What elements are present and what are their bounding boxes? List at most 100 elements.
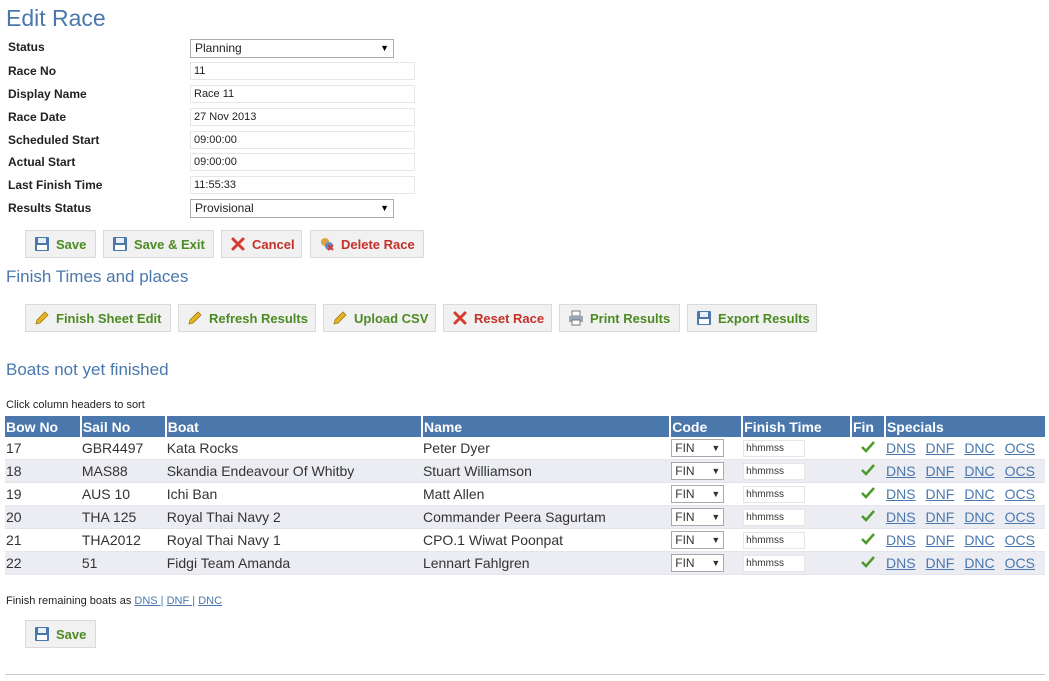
finish-remaining-dnc-link[interactable]: DNC — [198, 595, 222, 607]
race-no-input[interactable]: 11 — [190, 62, 415, 80]
cell-code: FIN ▼ — [670, 505, 743, 529]
save-exit-button[interactable]: Save & Exit — [103, 230, 214, 258]
code-select[interactable]: FIN ▼ — [671, 439, 725, 458]
special-dnc-link[interactable]: DNC — [964, 532, 994, 548]
special-dns-link[interactable]: DNS — [886, 555, 916, 571]
special-dnf-link[interactable]: DNF — [926, 532, 955, 548]
finish-sheet-edit-button[interactable]: Finish Sheet Edit — [25, 304, 171, 332]
special-ocs-link[interactable]: OCS — [1005, 463, 1035, 479]
cell-specials: DNS DNF DNC OCS — [884, 528, 1045, 552]
check-icon[interactable] — [861, 510, 876, 522]
special-ocs-link[interactable]: OCS — [1005, 440, 1035, 456]
finish-remaining-dns-link[interactable]: DNS | — [134, 595, 163, 607]
delete-race-button[interactable]: Delete Race — [310, 230, 424, 258]
results-status-select[interactable]: Provisional ▼ — [190, 199, 394, 218]
dropdown-arrow-icon: ▼ — [711, 466, 721, 477]
refresh-results-button[interactable]: Refresh Results — [178, 304, 316, 332]
cell-specials: DNS DNF DNC OCS — [884, 505, 1045, 529]
table-row: 19 AUS 10 Ichi Ban Matt Allen FIN ▼ hhmmss DNS D… — [5, 482, 1045, 506]
special-ocs-link[interactable]: OCS — [1005, 532, 1035, 548]
check-icon[interactable] — [861, 533, 876, 545]
display-name-input[interactable]: Race 11 — [190, 85, 415, 103]
cell-boat: Skandia Endeavour Of Whitby — [165, 459, 422, 483]
special-dnc-link[interactable]: DNC — [964, 555, 994, 571]
special-dnc-link[interactable]: DNC — [964, 486, 994, 502]
special-dns-link[interactable]: DNS — [886, 463, 916, 479]
check-icon[interactable] — [861, 441, 876, 453]
special-dnc-link[interactable]: DNC — [964, 463, 994, 479]
special-ocs-link[interactable]: OCS — [1005, 555, 1035, 571]
special-ocs-link[interactable]: OCS — [1005, 509, 1035, 525]
check-icon[interactable] — [861, 556, 876, 568]
cell-sail-no: THA 125 — [80, 505, 166, 529]
column-header-boat[interactable]: Boat — [165, 416, 423, 437]
check-icon[interactable] — [861, 487, 876, 499]
column-header-name[interactable]: Name — [421, 416, 672, 437]
finish-time-input[interactable]: hhmmss — [743, 485, 806, 503]
special-dnf-link[interactable]: DNF — [926, 509, 955, 525]
special-dnf-link[interactable]: DNF — [926, 440, 955, 456]
special-dnc-link[interactable]: DNC — [964, 440, 994, 456]
export-results-button[interactable]: Export Results — [687, 304, 817, 332]
last-finish-input[interactable]: 11:55:33 — [190, 176, 415, 194]
finish-time-input[interactable]: hhmmss — [743, 554, 806, 572]
finish-time-input[interactable]: hhmmss — [743, 462, 806, 480]
race-date-input[interactable]: 27 Nov 2013 — [190, 108, 415, 126]
dropdown-arrow-icon: ▼ — [380, 43, 389, 53]
code-select-value: FIN — [675, 510, 695, 525]
finish-remaining-dnf-link[interactable]: DNF | — [167, 595, 196, 607]
code-select[interactable]: FIN ▼ — [671, 485, 725, 504]
cell-bow-no: 18 — [5, 459, 81, 483]
column-header-sail-no[interactable]: Sail No — [80, 416, 167, 437]
special-dnf-link[interactable]: DNF — [926, 486, 955, 502]
print-results-button[interactable]: Print Results — [559, 304, 680, 332]
cell-bow-no: 17 — [5, 437, 81, 460]
column-header-code[interactable]: Code — [670, 416, 744, 437]
actual-start-label: Actual Start — [8, 155, 76, 169]
special-dns-link[interactable]: DNS — [886, 532, 916, 548]
scheduled-start-input[interactable]: 09:00:00 — [190, 131, 415, 149]
check-icon[interactable] — [861, 464, 876, 476]
upload-csv-button[interactable]: Upload CSV — [323, 304, 436, 332]
special-dnf-link[interactable]: DNF — [926, 463, 955, 479]
column-header-bow-no[interactable]: Bow No — [5, 416, 82, 437]
page-title: Edit Race — [6, 5, 106, 31]
cell-name: Peter Dyer — [421, 437, 671, 460]
code-select[interactable]: FIN ▼ — [671, 462, 725, 481]
finish-section-title: Finish Times and places — [6, 267, 189, 286]
cell-boat: Royal Thai Navy 2 — [165, 505, 422, 529]
last-finish-label: Last Finish Time — [8, 178, 103, 192]
status-select[interactable]: Planning ▼ — [190, 39, 394, 58]
cell-code: FIN ▼ — [670, 528, 743, 552]
actual-start-input[interactable]: 09:00:00 — [190, 153, 415, 171]
pencil-icon — [188, 311, 202, 325]
finish-time-input[interactable]: hhmmss — [743, 439, 806, 457]
cancel-button[interactable]: Cancel — [221, 230, 302, 258]
special-ocs-link[interactable]: OCS — [1005, 486, 1035, 502]
code-select[interactable]: FIN ▼ — [671, 554, 725, 573]
special-dns-link[interactable]: DNS — [886, 486, 916, 502]
cell-finish-time: hhmmss — [742, 459, 851, 483]
cell-sail-no: THA2012 — [80, 528, 166, 552]
special-dns-link[interactable]: DNS — [886, 509, 916, 525]
dropdown-arrow-icon: ▼ — [711, 535, 721, 546]
special-dnf-link[interactable]: DNF — [926, 555, 955, 571]
finish-time-input[interactable]: hhmmss — [743, 531, 806, 549]
column-header-fin[interactable]: Fin — [850, 416, 886, 437]
floppy-disk-icon — [35, 237, 49, 251]
reset-race-button[interactable]: Reset Race — [443, 304, 552, 332]
finish-time-input[interactable]: hhmmss — [743, 508, 806, 526]
cell-code: FIN ▼ — [670, 459, 743, 483]
cell-fin — [850, 505, 885, 529]
code-select[interactable]: FIN ▼ — [671, 508, 725, 527]
column-header-finish-time[interactable]: Finish Time — [742, 416, 852, 437]
table-row: 20 THA 125 Royal Thai Navy 2 Commander Peer… — [5, 505, 1045, 529]
special-dns-link[interactable]: DNS — [886, 440, 916, 456]
special-dnc-link[interactable]: DNC — [964, 509, 994, 525]
cell-finish-time: hhmmss — [742, 482, 851, 506]
save-button[interactable]: Save — [25, 230, 96, 258]
bottom-save-button[interactable]: Save — [25, 620, 96, 648]
code-select[interactable]: FIN ▼ — [671, 531, 725, 550]
cell-fin — [850, 551, 885, 575]
column-header-specials[interactable]: Specials — [884, 416, 1045, 437]
